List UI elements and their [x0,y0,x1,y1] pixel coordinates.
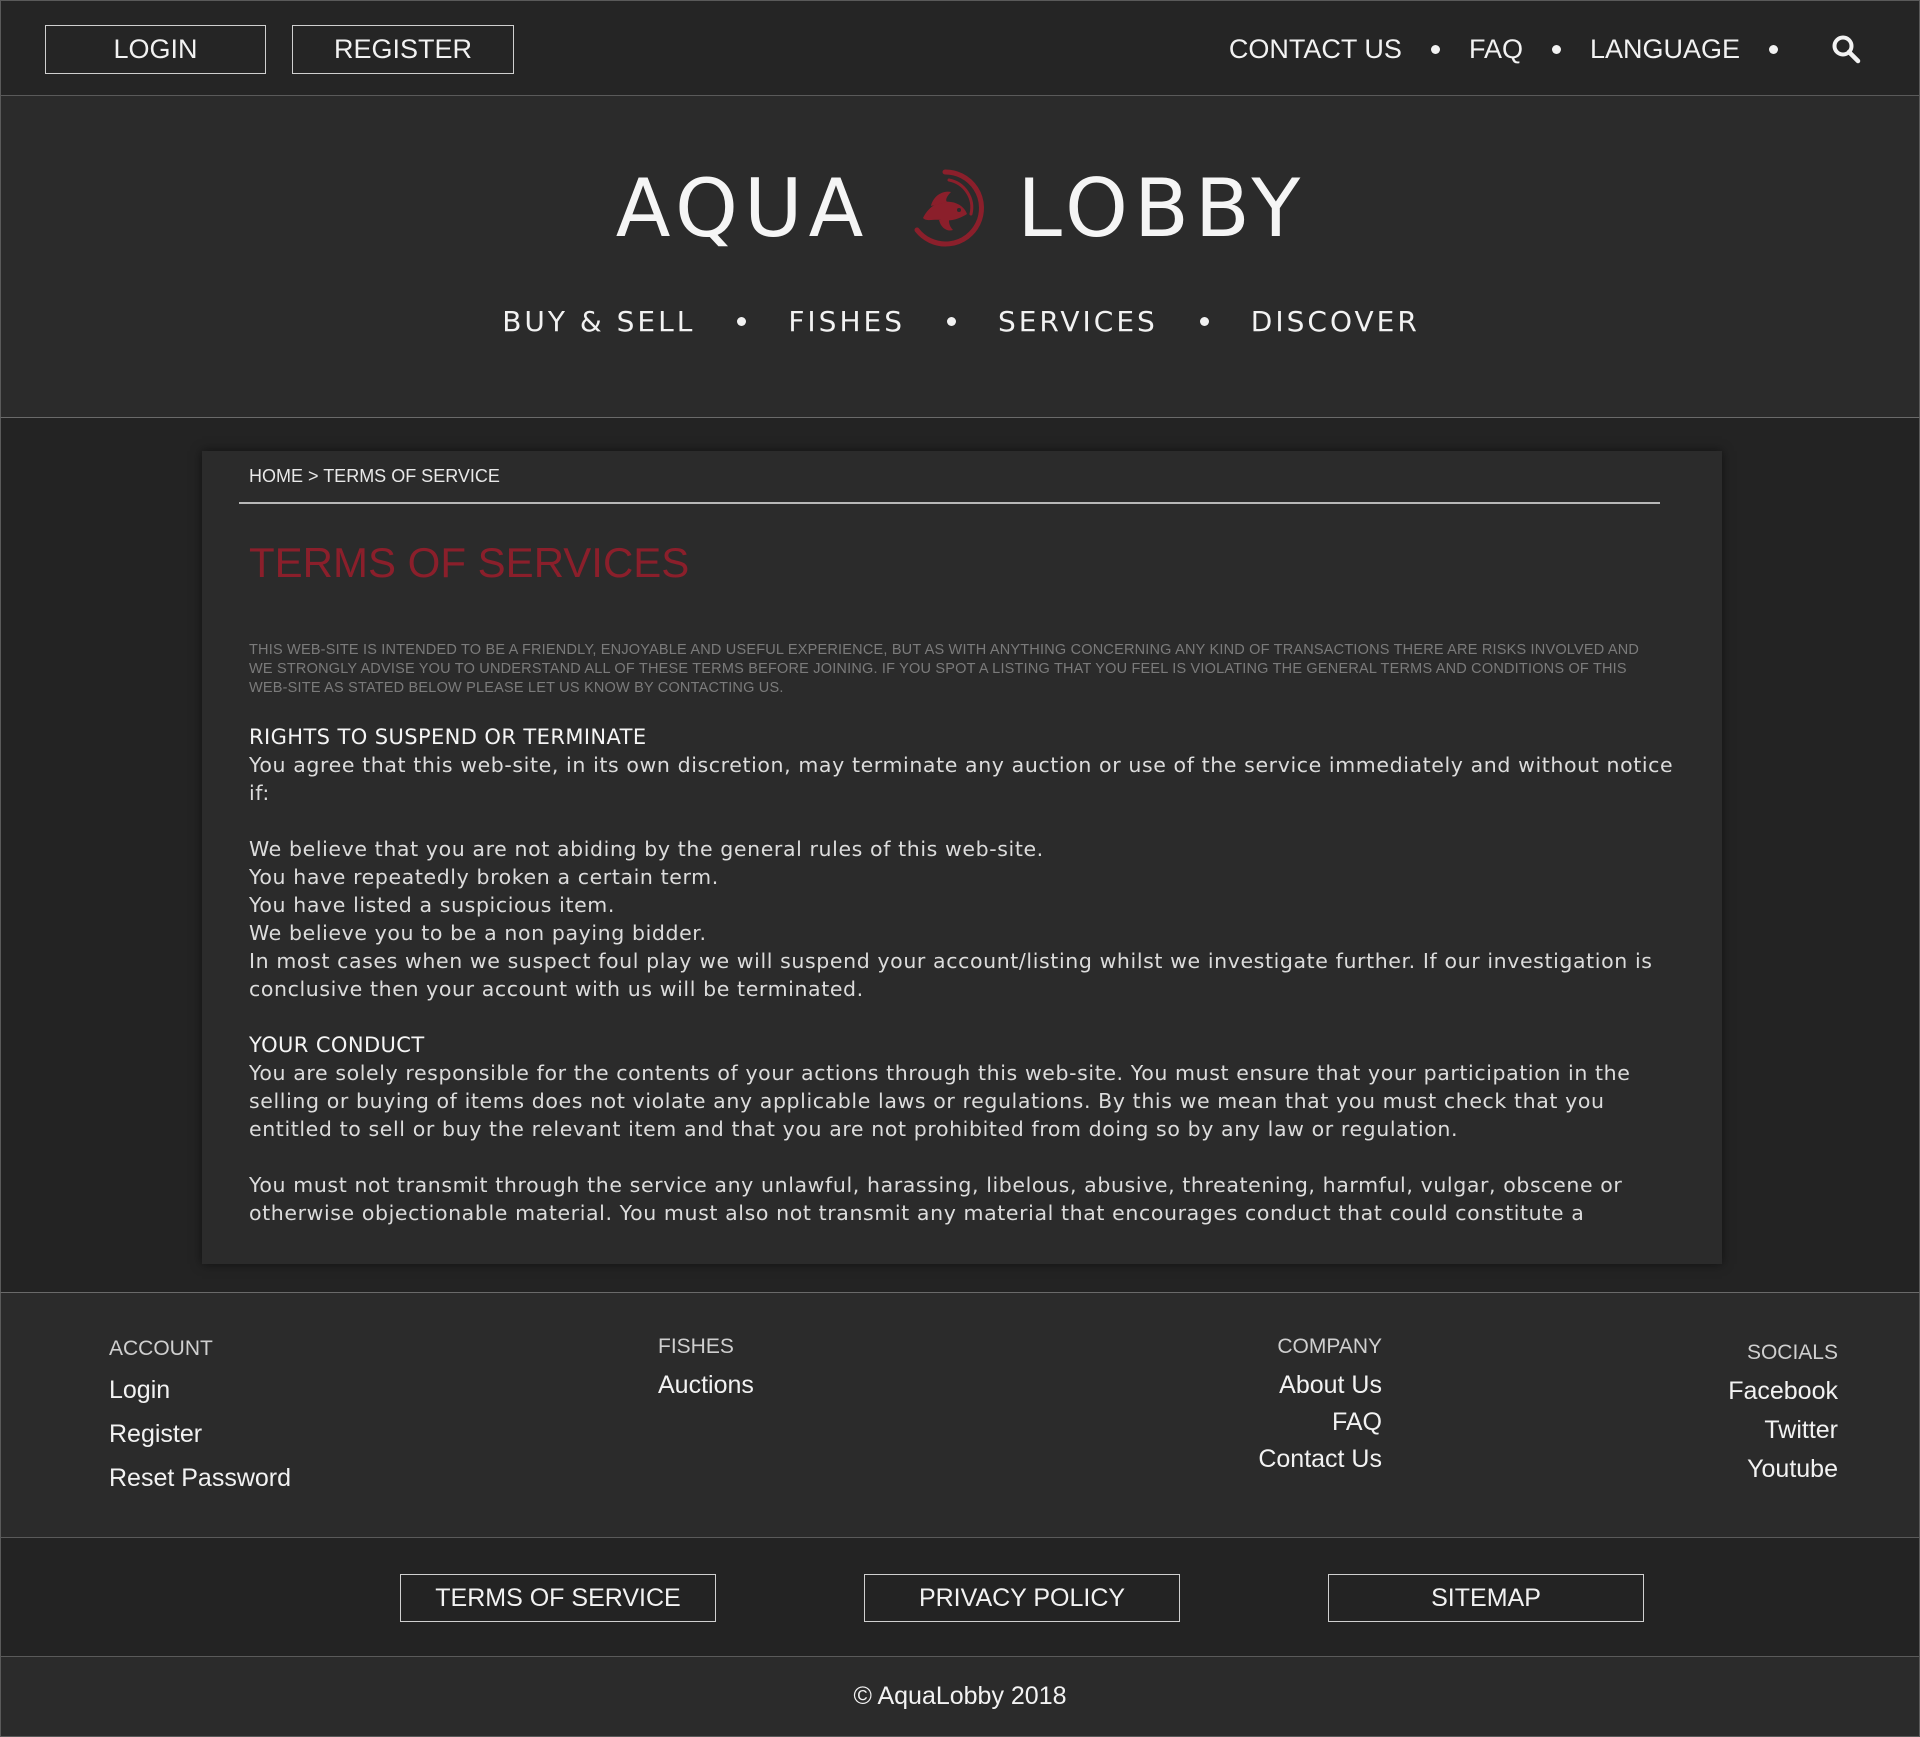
top-bar: LOGIN REGISTER CONTACT US FAQ LANGUAGE [0,0,1920,96]
register-button[interactable]: REGISTER [292,25,514,74]
nav-fishes[interactable]: FISHES [788,305,905,338]
footer-column-company: COMPANY About Us FAQ Contact Us [1258,1335,1382,1474]
faq-link[interactable]: FAQ [1469,34,1523,65]
footer-link-facebook[interactable]: Facebook [1728,1377,1838,1406]
footer-link-twitter[interactable]: Twitter [1728,1416,1838,1445]
footer-link-faq[interactable]: FAQ [1258,1408,1382,1437]
sitemap-button[interactable]: SITEMAP [1328,1574,1644,1622]
logo-text-left: AQUA [615,161,870,255]
footer-heading: COMPANY [1277,1335,1382,1358]
footer-column-fishes: FISHES Auctions [658,1335,754,1400]
footer-heading: SOCIALS [1746,1341,1838,1364]
section-heading: YOUR CONDUCT [249,1033,425,1057]
nav-separator-dot [1551,44,1561,54]
terms-of-service-button[interactable]: TERMS OF SERVICE [400,1574,716,1622]
nav-separator-dot [1430,44,1440,54]
login-button[interactable]: LOGIN [45,25,266,74]
list-item: We believe you to be a non paying bidder… [249,921,707,945]
list-item: We believe that you are not abiding by t… [249,837,1044,861]
language-link[interactable]: LANGUAGE [1590,34,1740,65]
nav-separator-dot [946,316,956,326]
site-header: AQUA LOBBY BUY & SELL FISHES SERVICES DI… [0,96,1920,418]
site-footer: ACCOUNT Login Register Reset Password FI… [0,1293,1920,1538]
intro-text: THIS WEB-SITE IS INTENDED TO BE A FRIEND… [249,642,1640,696]
logo-text-right: LOBBY [1017,161,1307,255]
footer-link-register[interactable]: Register [109,1420,291,1449]
nav-separator-dot [1199,316,1209,326]
section-paragraph: You must not transmit through the servic… [249,1173,1623,1225]
page-title: TERMS OF SERVICES [249,539,690,586]
main-nav: BUY & SELL FISHES SERVICES DISCOVER [1,301,1920,341]
copyright-text: © AquaLobby 2018 [853,1682,1067,1710]
nav-separator-dot [1769,44,1778,54]
breadcrumb[interactable]: HOME > TERMS OF SERVICE [249,466,500,487]
content-area: HOME > TERMS OF SERVICE TERMS OF SERVICE… [0,418,1920,1293]
nav-buy-sell[interactable]: BUY & SELL [502,305,695,338]
nav-discover[interactable]: DISCOVER [1251,305,1420,338]
list-item: You have listed a suspicious item. [249,893,615,917]
contact-us-link[interactable]: CONTACT US [1229,34,1402,65]
section-paragraph: In most cases when we suspect foul play … [249,949,1653,1001]
footer-heading: ACCOUNT [109,1337,213,1360]
privacy-policy-button[interactable]: PRIVACY POLICY [864,1574,1180,1622]
terms-card: HOME > TERMS OF SERVICE TERMS OF SERVICE… [202,451,1722,1264]
footer-link-contact-us[interactable]: Contact Us [1258,1445,1382,1474]
footer-link-auctions[interactable]: Auctions [658,1371,754,1400]
section-paragraph: You are solely responsible for the conte… [249,1061,1631,1141]
terms-body: RIGHTS TO SUSPEND OR TERMINATE You agree… [249,723,1689,1227]
section-heading: RIGHTS TO SUSPEND OR TERMINATE [249,725,647,749]
search-icon[interactable] [1831,34,1861,64]
list-item: You have repeatedly broken a certain ter… [249,865,719,889]
nav-separator-dot [737,316,747,326]
site-logo[interactable]: AQUA LOBBY [1,160,1920,256]
footer-link-reset-password[interactable]: Reset Password [109,1464,291,1493]
footer-heading: FISHES [658,1335,734,1358]
legal-bar: TERMS OF SERVICE PRIVACY POLICY SITEMAP [0,1538,1920,1657]
utility-nav: CONTACT US FAQ LANGUAGE [1229,1,1861,97]
footer-link-about-us[interactable]: About Us [1258,1371,1382,1400]
breadcrumb-divider [239,502,1660,504]
footer-link-login[interactable]: Login [109,1376,291,1405]
copyright-bar: © AquaLobby 2018 [0,1657,1920,1737]
fish-circle-logo-icon [903,166,987,250]
footer-link-youtube[interactable]: Youtube [1728,1455,1838,1484]
footer-column-socials: SOCIALS Facebook Twitter Youtube [1728,1341,1838,1484]
nav-services[interactable]: SERVICES [998,305,1158,338]
section-paragraph: You agree that this web-site, in its own… [249,753,1674,805]
footer-column-account: ACCOUNT Login Register Reset Password [109,1337,291,1493]
